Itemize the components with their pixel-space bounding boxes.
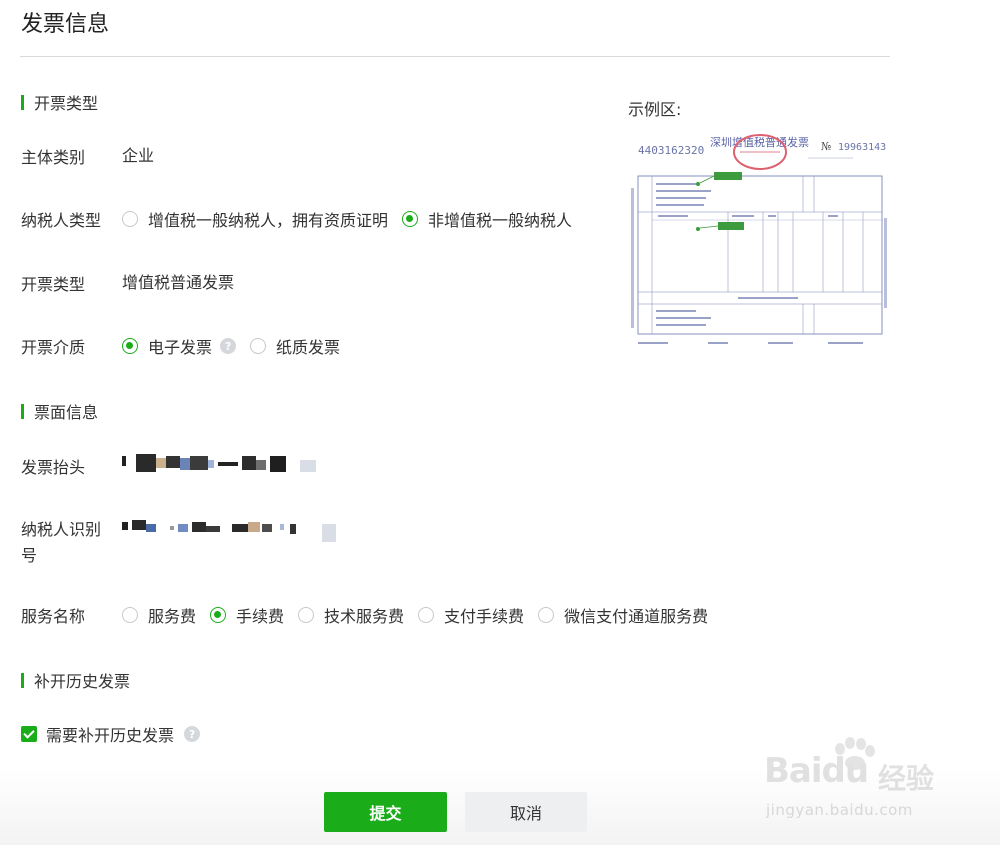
- subject-category-value: 企业: [122, 146, 155, 165]
- help-icon[interactable]: ?: [220, 338, 237, 354]
- service-name-radio-group: 服务费 手续费 技术服务费 支付手续费 微信支付通道服务费: [122, 602, 722, 628]
- history-invoice-checkbox-row[interactable]: 需要补开历史发票 ?: [21, 722, 201, 746]
- section-marker: [21, 94, 24, 110]
- taxpayer-type-label: 纳税人类型: [21, 211, 102, 230]
- sample-number-left: 4403162320: [638, 144, 704, 157]
- radio-circle[interactable]: [298, 607, 315, 623]
- section-invoice-face: 票面信息: [21, 399, 98, 423]
- service-name-label: 服务名称: [21, 607, 86, 626]
- watermark-brand: Baidu: [764, 751, 869, 791]
- radio-circle[interactable]: [122, 211, 138, 227]
- invoice-header-label: 发票抬头: [21, 458, 86, 477]
- invoice-kind-value: 增值税普通发票: [122, 273, 235, 292]
- section-title: 票面信息: [34, 403, 99, 422]
- radio-circle-checked[interactable]: [122, 338, 138, 354]
- radio-label: 技术服务费: [324, 607, 405, 626]
- radio-general-taxpayer[interactable]: 增值税一般纳税人，拥有资质证明: [122, 207, 388, 231]
- taxpayer-type-radio-group: 增值税一般纳税人，拥有资质证明 非增值税一般纳税人: [122, 206, 586, 232]
- radio-label: 纸质发票: [276, 338, 341, 357]
- radio-circle[interactable]: [250, 338, 267, 354]
- section-invoice-type: 开票类型: [21, 90, 98, 114]
- sample-no-mark: №: [821, 140, 831, 153]
- radio-circle[interactable]: [418, 607, 435, 623]
- radio-service-fee[interactable]: 服务费: [122, 603, 196, 627]
- radio-label: 手续费: [236, 607, 285, 626]
- invoice-header-redacted: [122, 454, 322, 474]
- page-title: 发票信息: [21, 12, 110, 37]
- section-marker: [21, 403, 24, 419]
- taxpayer-id-redacted: [122, 518, 352, 544]
- taxpayer-id-label: 纳税人识别 号: [21, 517, 101, 569]
- section-marker: [21, 672, 24, 688]
- cancel-button[interactable]: 取消: [465, 792, 587, 832]
- invoice-sample-image: 4403162320 深圳增值税普通发票 № 19963143: [628, 128, 890, 353]
- radio-tech-service-fee[interactable]: 技术服务费: [298, 603, 404, 627]
- radio-paper-invoice[interactable]: 纸质发票: [250, 334, 340, 358]
- section-title: 开票类型: [34, 94, 99, 113]
- radio-circle-checked[interactable]: [210, 607, 227, 623]
- example-label: 示例区:: [628, 100, 682, 119]
- history-invoice-checkbox-label: 需要补开历史发票: [46, 726, 175, 745]
- radio-circle[interactable]: [538, 607, 555, 623]
- sample-number-right: 19963143: [838, 142, 886, 153]
- invoice-kind-label: 开票类型: [21, 275, 86, 294]
- radio-circle[interactable]: [122, 607, 138, 623]
- taxpayer-id-label-line1: 纳税人识别: [21, 520, 102, 539]
- watermark-url: jingyan.baidu.com: [766, 801, 913, 819]
- radio-label: 服务费: [148, 607, 197, 626]
- title-divider: [20, 56, 890, 57]
- radio-label: 微信支付通道服务费: [564, 607, 709, 626]
- radio-handling-fee[interactable]: 手续费: [210, 603, 284, 627]
- radio-non-general-taxpayer[interactable]: 非增值税一般纳税人: [402, 207, 572, 231]
- sample-tag-icon: [718, 222, 744, 230]
- radio-wechat-channel-fee[interactable]: 微信支付通道服务费: [538, 603, 708, 627]
- radio-circle-checked[interactable]: [402, 211, 419, 227]
- subject-category-label: 主体类别: [21, 148, 86, 167]
- radio-label: 电子发票: [148, 338, 213, 357]
- sample-tag-icon: [714, 172, 742, 180]
- invoice-medium-label: 开票介质: [21, 338, 86, 357]
- taxpayer-id-label-line2: 号: [21, 546, 38, 565]
- baidu-jingyan-watermark: Baidu 经验 jingyan.baidu.com: [760, 735, 960, 825]
- submit-button[interactable]: 提交: [324, 792, 447, 832]
- history-invoice-checkbox[interactable]: [21, 726, 37, 742]
- watermark-brand-cn: 经验: [878, 762, 935, 795]
- invoice-medium-radio-group: 电子发票 ? 纸质发票: [122, 333, 354, 359]
- sample-title: 深圳增值税普通发票: [710, 135, 809, 149]
- section-title: 补开历史发票: [34, 672, 131, 691]
- radio-label: 支付手续费: [444, 607, 525, 626]
- radio-payment-handling-fee[interactable]: 支付手续费: [418, 603, 524, 627]
- radio-electronic-invoice[interactable]: 电子发票 ?: [122, 334, 237, 358]
- radio-label: 非增值税一般纳税人: [428, 211, 573, 230]
- section-history-invoice: 补开历史发票: [21, 668, 130, 692]
- help-icon[interactable]: ?: [184, 726, 201, 742]
- radio-label: 增值税一般纳税人，拥有资质证明: [148, 211, 389, 230]
